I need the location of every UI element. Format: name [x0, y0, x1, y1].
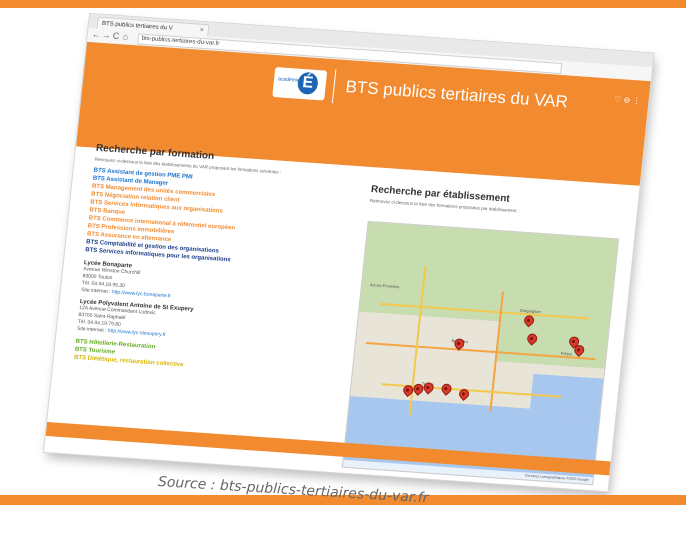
- browser-screenshot: BTS publics tertiaires du V × ← → C ⌂ bt…: [43, 14, 654, 492]
- forward-icon[interactable]: →: [101, 30, 111, 41]
- home-icon[interactable]: ⌂: [122, 31, 128, 41]
- formation-section: Recherche par formation Retrouvez ci-des…: [74, 143, 351, 380]
- logo-letter: É: [296, 71, 319, 96]
- map-label: Fréjus: [560, 350, 573, 357]
- top-orange-band: [0, 0, 686, 8]
- window-controls-icon[interactable]: ♡ ⊖ ⋮: [614, 95, 641, 106]
- reload-icon[interactable]: C: [112, 31, 120, 41]
- map-marker-icon[interactable]: [439, 381, 454, 396]
- back-icon[interactable]: ←: [91, 29, 101, 40]
- establishment-section: Recherche par établissement Retrouvez ci…: [341, 184, 621, 486]
- site-label: Site internet :: [80, 287, 111, 296]
- academy-logo[interactable]: académie Nice É: [272, 67, 328, 101]
